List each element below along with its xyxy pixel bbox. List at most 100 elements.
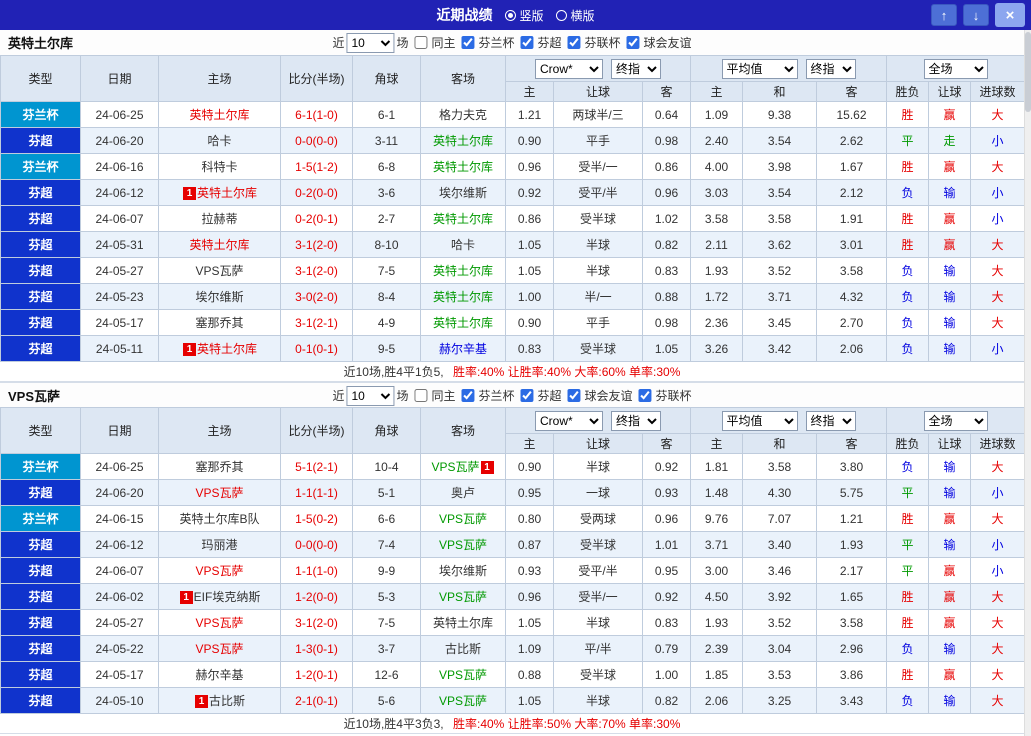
team-name[interactable]: VPS瓦萨 <box>439 512 487 526</box>
avg-stage-select[interactable]: 终指 <box>805 58 856 79</box>
away-team-cell: VPS瓦萨 <box>420 505 506 532</box>
team-name[interactable]: 科特卡 <box>201 160 237 174</box>
match-row: 芬超 24-05-31 英特土尔库 3-1(2-0) 8-10 哈卡 1.05 半球 0.82 2… <box>0 231 1026 258</box>
odds-away-cell: 0.95 <box>641 557 692 584</box>
scope-select[interactable]: 全场 <box>923 410 988 431</box>
team-name[interactable]: 赫尔辛基 <box>195 668 243 682</box>
league-filter[interactable]: 芬联杯 <box>638 387 694 404</box>
team-name[interactable]: 哈卡 <box>207 134 231 148</box>
vertical-scrollbar[interactable] <box>1024 30 1031 736</box>
team-name[interactable]: 英特土尔库B队 <box>179 512 259 526</box>
odds-stage-select[interactable]: 终指 <box>611 58 661 79</box>
col-odds-home: 主 <box>505 81 554 102</box>
team-name[interactable]: 塞那乔其 <box>195 316 243 330</box>
team-name[interactable]: VPS瓦萨 <box>431 460 479 474</box>
team-name[interactable]: 格力夫克 <box>439 108 487 122</box>
red-card-badge: 1 <box>179 591 193 604</box>
odds-stage-select[interactable]: 终指 <box>611 410 661 431</box>
avg-provider-select[interactable]: 平均值 <box>721 58 798 79</box>
team-name[interactable]: 拉赫蒂 <box>201 212 237 226</box>
league-filter[interactable]: 芬联杯 <box>567 34 623 51</box>
team-name[interactable]: VPS瓦萨 <box>439 694 487 708</box>
avg-away-cell: 3.80 <box>816 453 888 480</box>
team-name[interactable]: 英特土尔库 <box>433 316 493 330</box>
league-filter-checkbox[interactable] <box>461 36 475 49</box>
team-name[interactable]: VPS瓦萨 <box>195 642 243 656</box>
team-name[interactable]: VPS瓦萨 <box>439 668 487 682</box>
col-handicap: 让球 <box>553 81 643 102</box>
home-team-cell: 科特卡 <box>158 153 281 180</box>
team-name[interactable]: 英特土尔库 <box>433 264 493 278</box>
league-filter-checkbox[interactable] <box>461 389 475 402</box>
team-name[interactable]: EIF埃克纳斯 <box>194 590 261 604</box>
close-button[interactable]: × <box>995 3 1025 27</box>
scroll-up-button[interactable]: ↑ <box>931 4 957 26</box>
layout-vertical-radio[interactable]: 竖版 <box>504 7 544 24</box>
team-name[interactable]: 玛丽港 <box>201 538 237 552</box>
scope-select[interactable]: 全场 <box>923 58 988 79</box>
league-filter[interactable]: 芬兰杯 <box>461 34 516 51</box>
team-name[interactable]: 英特土尔库 <box>433 212 493 226</box>
team-name[interactable]: 古比斯 <box>209 694 245 708</box>
scrollbar-thumb[interactable] <box>1025 32 1031 112</box>
home-team-cell: 塞那乔其 <box>158 309 281 336</box>
team-name[interactable]: 奥卢 <box>451 486 475 500</box>
league-filter-checkbox[interactable] <box>520 36 534 49</box>
odds-provider-select[interactable]: Crow* <box>535 410 603 431</box>
titlebar-buttons: ↑ ↓ × <box>931 3 1027 27</box>
avg-stage-select[interactable]: 终指 <box>805 410 856 431</box>
recent-count-select[interactable]: 10 <box>346 32 395 53</box>
team-name[interactable]: 英特土尔库 <box>433 290 493 304</box>
col-type: 类型 <box>0 407 81 454</box>
same-home-filter[interactable]: 同主 <box>414 34 457 51</box>
same-home-checkbox[interactable] <box>414 389 428 402</box>
league-filter[interactable]: 球会友谊 <box>626 34 694 51</box>
team-name[interactable]: VPS瓦萨 <box>195 486 243 500</box>
handicap-cell: 受两球 <box>553 505 643 532</box>
col-home: 主场 <box>158 55 281 102</box>
team-name[interactable]: 英特土尔库 <box>189 238 249 252</box>
team-name[interactable]: VPS瓦萨 <box>439 538 487 552</box>
recent-count-select[interactable]: 10 <box>346 385 395 406</box>
team-name[interactable]: VPS瓦萨 <box>195 564 243 578</box>
team-name[interactable]: VPS瓦萨 <box>439 590 487 604</box>
team-name[interactable]: 英特土尔库 <box>197 186 257 200</box>
team-name[interactable]: 英特土尔库 <box>197 342 257 356</box>
league-filter-checkbox[interactable] <box>520 389 534 402</box>
team-name[interactable]: 赫尔辛基 <box>439 342 487 356</box>
team-name[interactable]: VPS瓦萨 <box>195 616 243 630</box>
same-home-checkbox[interactable] <box>414 36 428 49</box>
avg-selects-cell: 平均值 终指 <box>690 55 888 82</box>
team-name[interactable]: 埃尔维斯 <box>439 186 487 200</box>
avg-provider-select[interactable]: 平均值 <box>721 410 798 431</box>
team-name[interactable]: 哈卡 <box>451 238 475 252</box>
team-name[interactable]: VPS瓦萨 <box>195 264 243 278</box>
odds-home-cell: 0.83 <box>505 335 554 362</box>
league-filter[interactable]: 芬超 <box>520 387 564 404</box>
score-cell: 0-1(0-1) <box>280 335 353 362</box>
odds-provider-select[interactable]: Crow* <box>535 58 603 79</box>
league-filter-checkbox[interactable] <box>638 389 652 402</box>
league-filter-checkbox[interactable] <box>626 36 640 49</box>
scroll-down-button[interactable]: ↓ <box>963 4 989 26</box>
team-name[interactable]: 英特土尔库 <box>433 160 493 174</box>
team-name[interactable]: 英特土尔库 <box>433 134 493 148</box>
same-home-filter[interactable]: 同主 <box>414 387 457 404</box>
team-name[interactable]: 英特土尔库 <box>189 108 249 122</box>
col-result: 胜负 <box>886 433 930 454</box>
team-name[interactable]: 塞那乔其 <box>195 460 243 474</box>
team-name[interactable]: 古比斯 <box>445 642 481 656</box>
league-filter-checkbox[interactable] <box>567 389 581 402</box>
team-name[interactable]: 埃尔维斯 <box>195 290 243 304</box>
date-cell: 24-05-22 <box>80 635 159 662</box>
league-filter-checkbox[interactable] <box>567 36 581 49</box>
avg-draw-cell: 3.54 <box>742 127 818 154</box>
layout-horizontal-radio[interactable]: 横版 <box>555 7 595 24</box>
team-name-heading: 英特土尔库 <box>8 36 74 51</box>
recent-matches-table: 类型 日期 主场 比分(半场) 角球 客场 Crow* 终指 平均值 终指 全场… <box>0 55 1026 362</box>
league-filter[interactable]: 芬超 <box>520 34 564 51</box>
league-filter[interactable]: 球会友谊 <box>567 387 635 404</box>
league-filter[interactable]: 芬兰杯 <box>461 387 516 404</box>
team-name[interactable]: 英特土尔库 <box>433 616 493 630</box>
team-name[interactable]: 埃尔维斯 <box>439 564 487 578</box>
